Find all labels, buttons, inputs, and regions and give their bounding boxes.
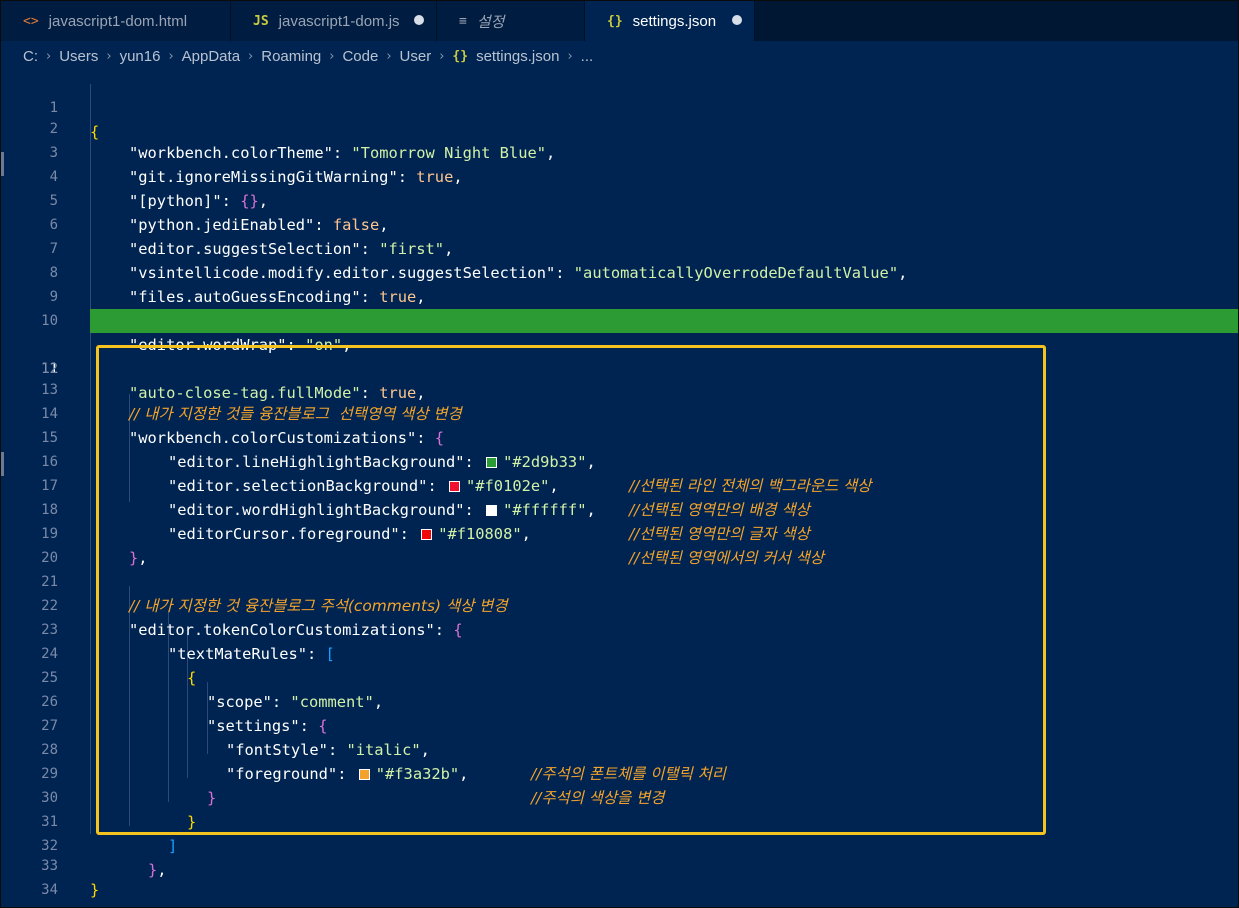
breadcrumb-item[interactable]: yun16 [120,48,161,65]
tab-label: 설정 [476,13,505,31]
code-line: 20 [1,522,1238,566]
breadcrumb-item[interactable]: Users [59,48,98,65]
tab-settings-ui[interactable]: ≡ 설정 [437,1,585,41]
code-line: 15 "editor.lineHighlightBackground": "#2… [1,402,1238,495]
breadcrumb-item[interactable]: Code [342,48,378,65]
chevron-right-icon: › [168,49,174,64]
code-line: 19 }, [1,498,1238,567]
code-line: 23 "textMateRules": [ [1,594,1238,663]
breadcrumb-item[interactable]: Roaming [261,48,321,65]
chevron-right-icon: › [106,49,112,64]
chevron-right-icon: › [46,49,52,64]
tab-javascript1-dom-js[interactable]: JS javascript1-dom.js [231,1,437,41]
unsaved-dot-icon[interactable] [414,15,424,25]
code-line: 29 } [1,738,1238,807]
code-line: 13 // 내가 지정한 것들 융잔블로그 선택영역 색상 변경 [1,354,1238,423]
code-line: 6 "editor.suggestSelection": "first", [1,189,1238,258]
code-line: 9 "emmet.triggerExpansionOnTab": true, [1,261,1238,330]
code-line: 4 "[python]": {}, [1,141,1238,210]
code-line: 2 "workbench.colorTheme": "Tomorrow Nigh… [1,93,1238,162]
code-line: 34 [1,854,1238,898]
tab-bar: <> javascript1-dom.html JS javascript1-d… [1,1,1238,41]
breadcrumb: C: › Users › yun16 › AppData › Roaming › Code… [1,41,1238,72]
breadcrumb-more[interactable]: ... [581,48,594,65]
tab-label: javascript1-dom.js [278,12,400,30]
code-line: 17 "editor.wordHighlightBackground": "#f… [1,450,1238,543]
tab-label: javascript1-dom.html [48,12,188,30]
tab-settings-json[interactable]: {} settings.json [585,1,755,41]
html-file-icon: <> [23,13,39,29]
chevron-right-icon: › [329,49,335,64]
chevron-right-icon: › [386,49,392,64]
vscode-window: <> javascript1-dom.html JS javascript1-d… [0,0,1239,908]
code-line: 33 } [1,830,1238,899]
js-file-icon: JS [253,13,269,29]
breadcrumb-item[interactable]: User [400,48,432,65]
line-number: 34 [41,882,58,898]
code-line: 30 } [1,762,1238,831]
settings-file-icon: ≡ [459,13,467,29]
code-line: 26 "settings": { [1,666,1238,735]
code-line: 10 "editor.wordWrap": "on", [1,285,1238,354]
json-file-icon: {} [452,49,469,64]
code-line: 5 "python.jediEnabled": false, [1,165,1238,234]
code-line: 3 "git.ignoreMissingGitWarning": true, [1,117,1238,186]
line-highlight [90,309,1238,333]
code-line: 25 "scope": "comment", [1,642,1238,711]
code-line: 18 "editorCursor.foreground": "#f10808",… [1,474,1238,567]
chevron-right-icon: › [567,49,573,64]
chevron-right-icon: › [248,49,254,64]
code-line: 14 "workbench.colorCustomizations": { [1,378,1238,447]
code-editor[interactable]: 1 { 2 "workbench.colorTheme": "Tomorrow … [1,72,1238,907]
tab-label: settings.json [632,12,717,30]
code-line: 21 // 내가 지정한 것 융잔블로그 주석(comments) 색상 변경 [1,546,1238,615]
code-line: 8 "files.autoGuessEncoding": true, [1,237,1238,306]
code-line: 16 "editor.selectionBackground": "#f0102… [1,426,1238,519]
code-line: 28 "foreground": "#f3a32b", //주석의 색상을 변경 [1,714,1238,807]
code-line: 27 "fontStyle": "italic", //주석의 폰트체를 이탤릭… [1,690,1238,783]
breadcrumb-item[interactable]: AppData [182,48,240,65]
json-file-icon: {} [607,13,623,29]
code-line: 31 ] [1,786,1238,855]
tab-javascript1-dom-html[interactable]: <> javascript1-dom.html [1,1,231,41]
chevron-right-icon: › [439,49,445,64]
unsaved-dot-icon[interactable] [732,15,742,25]
breadcrumb-item[interactable]: C: [23,48,38,65]
code-line: 22 "editor.tokenColorCustomizations": { [1,570,1238,639]
code-line: 7 "vsintellicode.modify.editor.suggestSe… [1,213,1238,282]
breadcrumb-file[interactable]: settings.json [476,48,559,65]
code-line-highlighted: 11 "auto-close-tag.fullMode": true, [1,309,1238,402]
code-line: 24 { [1,618,1238,687]
